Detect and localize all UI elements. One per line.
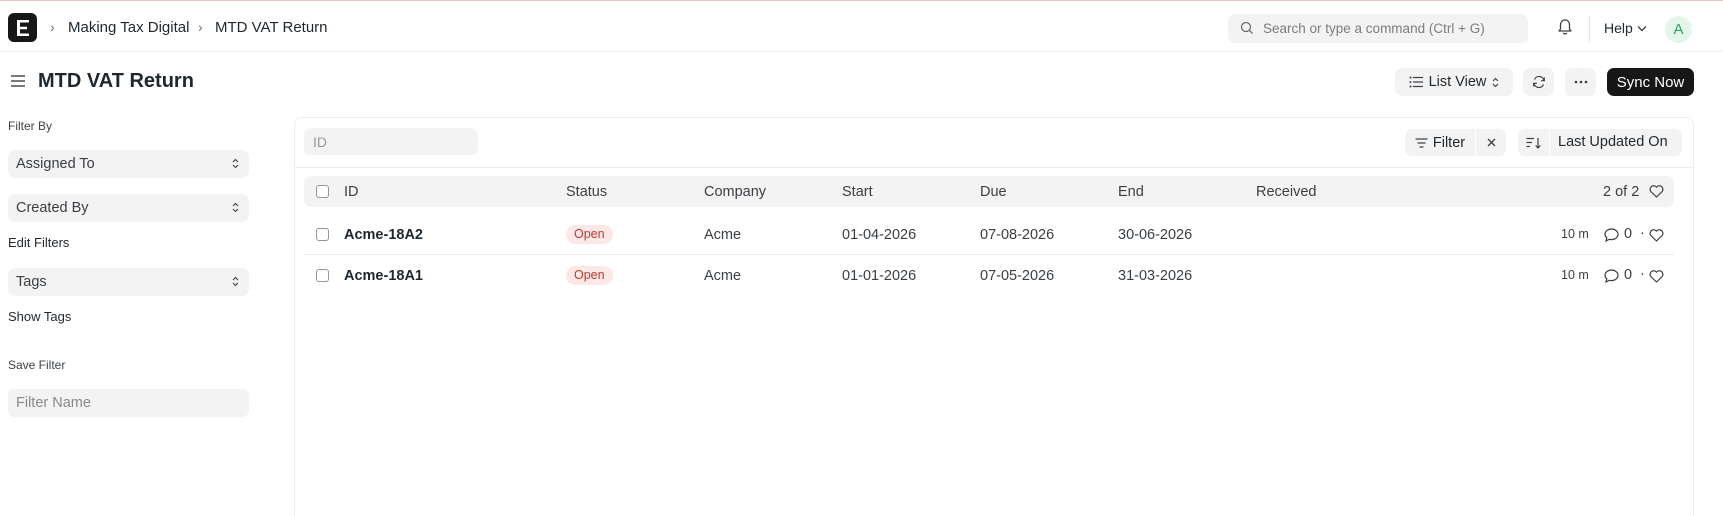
logo-glyph [16,19,29,36]
column-header-end[interactable]: End [1118,184,1144,200]
heart-icon[interactable] [1649,229,1664,242]
row-comment-count: 0 [1624,226,1633,242]
select-updown-icon [1492,77,1499,87]
sort-descending-icon [1526,137,1541,149]
filter-icon [1415,137,1428,148]
navbar: › Making Tax Digital › MTD VAT Return He… [0,4,1723,52]
heart-icon[interactable] [1649,270,1664,283]
record-count: 2 of 2 [1603,184,1640,200]
select-updown-icon [232,202,239,213]
show-tags-link[interactable]: Show Tags [8,309,71,324]
select-updown-icon [232,276,239,287]
filter-name-input[interactable] [8,389,249,417]
page-title: MTD VAT Return [38,70,194,92]
search-icon [1240,21,1253,34]
filter-label: Filter [1432,134,1466,151]
created-by-label: Created By [16,200,89,216]
refresh-icon [1532,75,1545,89]
column-header-status[interactable]: Status [566,184,607,200]
column-header-due[interactable]: Due [980,184,1007,200]
sync-now-button[interactable]: Sync Now [1607,68,1694,96]
row-modified: 10 m [1561,227,1589,241]
row-id[interactable]: Acme-18A2 [344,227,423,243]
notification-bell-icon[interactable] [1557,18,1573,36]
list-icon [1409,76,1423,88]
select-updown-icon [232,158,239,169]
close-icon [1487,138,1495,147]
help-dropdown[interactable]: Help [1604,20,1647,36]
row-modified: 10 m [1561,268,1589,282]
list-view-switcher[interactable]: List View [1395,68,1513,96]
heart-icon[interactable] [1649,185,1664,198]
row-company: Acme [704,227,742,243]
status-badge[interactable]: Open [566,225,613,244]
row-end: 30-06-2026 [1118,227,1193,243]
row-comment-count: 0 [1624,267,1633,283]
row-due: 07-08-2026 [980,227,1055,243]
filter-button[interactable]: Filter [1405,129,1475,156]
help-label: Help [1604,20,1633,36]
app-logo[interactable] [8,13,37,42]
clear-filter-button[interactable] [1476,129,1506,156]
row-start: 01-04-2026 [842,227,917,243]
breadcrumb-mtd-vat-return[interactable]: MTD VAT Return [215,19,328,36]
column-header-start[interactable]: Start [842,184,873,200]
awesome-bar[interactable] [1228,14,1528,43]
ellipsis-icon [1574,80,1587,84]
row-due: 07-05-2026 [980,268,1055,284]
row-end: 31-03-2026 [1118,268,1193,284]
assigned-to-label: Assigned To [16,156,95,172]
comment-icon[interactable] [1604,228,1619,242]
comment-icon[interactable] [1604,269,1619,283]
separator-dot: · [1640,225,1645,241]
list-header-row: ID Status Company Start Due End Received… [304,176,1674,207]
chevron-down-icon [1637,25,1647,31]
save-filter-label: Save Filter [8,358,66,372]
row-id[interactable]: Acme-18A1 [344,268,423,284]
chevron-right-icon: › [50,19,55,35]
tags-label: Tags [16,274,47,290]
separator-dot: · [1640,266,1645,282]
panel-divider [295,167,1693,168]
list-view-label: List View [1428,74,1487,90]
created-by-filter[interactable]: Created By [8,194,249,222]
tags-filter[interactable]: Tags [8,268,249,296]
row-start: 01-01-2026 [842,268,917,284]
chevron-right-icon: › [198,19,203,35]
more-actions-button[interactable] [1565,68,1596,96]
user-avatar[interactable]: A [1665,16,1692,43]
status-badge[interactable]: Open [566,266,613,285]
sort-order-button[interactable] [1518,129,1549,156]
sort-by-selector[interactable]: Last Updated On [1550,129,1682,156]
row-divider [304,254,1674,255]
search-input[interactable] [1263,14,1518,43]
column-header-company[interactable]: Company [704,184,766,200]
filter-by-label: Filter By [8,119,53,133]
id-filter-input[interactable] [304,128,478,155]
assigned-to-filter[interactable]: Assigned To [8,150,249,178]
column-header-id[interactable]: ID [344,184,359,200]
table-row[interactable]: Acme-18A1 Open Acme 01-01-2026 07-05-202… [304,256,1674,296]
select-all-checkbox[interactable] [316,185,329,198]
row-company: Acme [704,268,742,284]
refresh-button[interactable] [1523,68,1554,96]
row-checkbox[interactable] [316,228,329,241]
edit-filters-link[interactable]: Edit Filters [8,235,69,250]
column-header-received[interactable]: Received [1256,184,1316,200]
row-checkbox[interactable] [316,269,329,282]
breadcrumb-making-tax-digital[interactable]: Making Tax Digital [68,19,189,36]
sidebar-toggle-icon[interactable] [11,75,25,87]
table-row[interactable]: Acme-18A2 Open Acme 01-04-2026 07-08-202… [304,215,1674,255]
navbar-divider [1589,16,1590,42]
